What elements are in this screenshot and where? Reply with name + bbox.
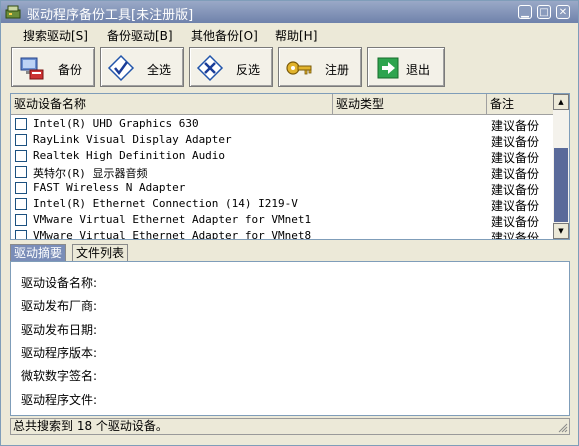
invert-selection-label: 反选 [236, 63, 261, 77]
detail-tabs: 驱动摘要 文件列表 [10, 244, 570, 262]
row-checkbox[interactable] [15, 182, 27, 194]
row-checkbox[interactable] [15, 214, 27, 226]
backup-icon [20, 57, 44, 80]
device-name: Intel(R) Ethernet Connection (14) I219-V [33, 197, 298, 210]
scroll-up-button[interactable]: ▲ [553, 94, 569, 110]
scroll-down-icon: ▼ [558, 227, 564, 235]
row-checkbox[interactable] [15, 118, 27, 130]
table-row[interactable]: RayLink Visual Display Adapter 建议备份 [11, 132, 553, 149]
register-label: 注册 [325, 63, 350, 77]
detail-signature-label: 微软数字签名: [21, 369, 98, 383]
minimize-button[interactable]: ▁ [518, 5, 532, 19]
key-icon [286, 61, 312, 75]
scroll-thumb[interactable] [554, 148, 568, 222]
list-header: 驱动设备名称 驱动类型 备注 [11, 94, 553, 115]
select-all-button[interactable]: 全选 [100, 47, 184, 87]
maximize-icon: □ [539, 7, 549, 18]
table-row[interactable]: 英特尔(R) 显示器音频 建议备份 [11, 164, 553, 181]
menu-search-drivers[interactable]: 搜索驱动[S] [23, 27, 88, 44]
device-name: Intel(R) UHD Graphics 630 [33, 117, 199, 130]
invert-selection-icon [196, 54, 224, 82]
exit-label: 退出 [406, 63, 431, 77]
device-name: RayLink Visual Display Adapter [33, 133, 232, 146]
device-name: Realtek High Definition Audio [33, 149, 226, 162]
device-name: VMware Virtual Ethernet Adapter for VMne… [33, 213, 312, 226]
exit-button[interactable]: 退出 [367, 47, 445, 87]
backup-button[interactable]: 备份 [11, 47, 95, 87]
detail-vendor-label: 驱动发布厂商: [21, 299, 98, 313]
status-bar: 总共搜索到 18 个驱动设备。 [10, 418, 570, 435]
exit-icon [377, 57, 399, 79]
toolbar: 备份 全选 反选 注册 退出 [1, 45, 578, 91]
table-row[interactable]: Intel(R) UHD Graphics 630 建议备份 [11, 116, 553, 133]
status-text: 总共搜索到 18 个驱动设备。 [13, 419, 168, 433]
column-driver-type[interactable]: 驱动类型 [333, 94, 487, 114]
select-all-icon [107, 54, 135, 82]
tab-file-list[interactable]: 文件列表 [72, 244, 129, 261]
app-window: 驱动程序备份工具[未注册版] ▁ □ ✕ 搜索驱动[S] 备份驱动[B] 其他备… [0, 0, 579, 446]
backup-label: 备份 [58, 63, 83, 77]
menu-help[interactable]: 帮助[H] [275, 27, 317, 44]
device-note: 建议备份 [491, 231, 540, 240]
driver-list[interactable]: 驱动设备名称 驱动类型 备注 Intel(R) UHD Graphics 630… [10, 93, 570, 240]
row-checkbox[interactable] [15, 166, 27, 178]
table-row[interactable]: VMware Virtual Ethernet Adapter for VMne… [11, 228, 553, 240]
column-note[interactable]: 备注 [487, 94, 553, 114]
app-icon [5, 5, 21, 19]
menu-backup-drivers[interactable]: 备份驱动[B] [107, 27, 173, 44]
detail-date-label: 驱动发布日期: [21, 323, 98, 337]
detail-version-label: 驱动程序版本: [21, 346, 98, 360]
driver-details-panel: 驱动设备名称: 驱动发布厂商: 驱动发布日期: 驱动程序版本: 微软数字签名: … [10, 261, 570, 416]
device-name: 英特尔(R) 显示器音频 [33, 167, 148, 180]
invert-selection-button[interactable]: 反选 [189, 47, 273, 87]
row-checkbox[interactable] [15, 198, 27, 210]
menu-other-backup[interactable]: 其他备份[O] [191, 27, 258, 44]
minimize-icon: ▁ [521, 7, 529, 18]
device-name: VMware Virtual Ethernet Adapter for VMne… [33, 229, 312, 240]
table-row[interactable]: FAST Wireless N Adapter 建议备份 [11, 180, 553, 197]
maximize-button[interactable]: □ [537, 5, 551, 19]
menu-bar: 搜索驱动[S] 备份驱动[B] 其他备份[O] 帮助[H] [1, 24, 578, 44]
scroll-down-button[interactable]: ▼ [553, 223, 569, 239]
row-checkbox[interactable] [15, 230, 27, 239]
row-checkbox[interactable] [15, 150, 27, 162]
table-row[interactable]: Realtek High Definition Audio 建议备份 [11, 148, 553, 165]
select-all-label: 全选 [147, 63, 172, 77]
close-icon: ✕ [558, 7, 568, 18]
window-title: 驱动程序备份工具[未注册版] [27, 8, 194, 23]
device-name: FAST Wireless N Adapter [33, 181, 186, 194]
resize-grip-icon[interactable] [556, 421, 568, 433]
column-device-name[interactable]: 驱动设备名称 [11, 94, 333, 114]
row-checkbox[interactable] [15, 134, 27, 146]
list-scrollbar[interactable]: ▲ ▼ [553, 94, 569, 239]
detail-device-name-label: 驱动设备名称: [21, 276, 98, 290]
tab-driver-summary[interactable]: 驱动摘要 [10, 244, 67, 261]
close-button[interactable]: ✕ [556, 5, 570, 19]
detail-files-label: 驱动程序文件: [21, 393, 98, 407]
table-row[interactable]: VMware Virtual Ethernet Adapter for VMne… [11, 212, 553, 229]
title-bar[interactable]: 驱动程序备份工具[未注册版] ▁ □ ✕ [1, 1, 578, 23]
scroll-up-icon: ▲ [558, 98, 564, 106]
table-row[interactable]: Intel(R) Ethernet Connection (14) I219-V… [11, 196, 553, 213]
register-button[interactable]: 注册 [278, 47, 362, 87]
